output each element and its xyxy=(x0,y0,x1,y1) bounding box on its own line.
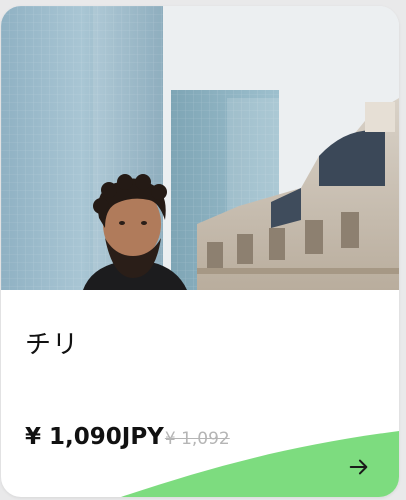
arrow-right-icon xyxy=(349,459,368,475)
hero-image xyxy=(1,6,399,290)
accent-wave xyxy=(121,431,399,497)
product-card[interactable]: チリ ¥ 1,090JPY ¥ 1,092 xyxy=(1,6,399,497)
next-button[interactable] xyxy=(343,451,375,483)
product-title: チリ xyxy=(25,330,80,360)
